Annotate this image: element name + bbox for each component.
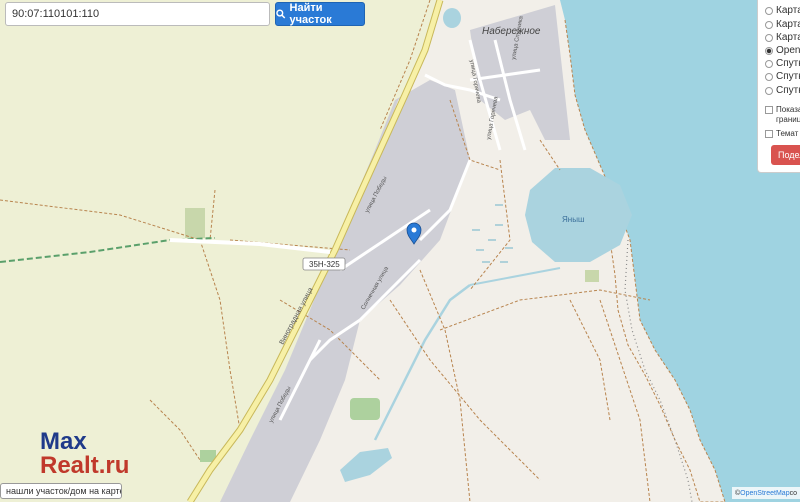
show-borders-checkbox-row[interactable]: Показа границ	[765, 105, 800, 127]
find-plot-button[interactable]: Найти участок	[275, 2, 365, 26]
logo-line-2: Realt.ru	[40, 452, 130, 479]
radio-button-checked[interactable]	[765, 46, 773, 55]
layer-option-2[interactable]: Карта	[765, 31, 800, 44]
map-attribution: © OpenStreetMap co	[732, 487, 800, 499]
radio-button[interactable]	[765, 6, 773, 15]
road-ref-shield: 35Н-325	[302, 257, 346, 271]
layer-option-label: Карта	[776, 5, 800, 16]
forest-patch	[350, 398, 380, 420]
layer-option-label: Карта	[776, 19, 800, 30]
map-canvas[interactable]: Набережное Яныш Виноградная улица улица …	[0, 0, 800, 502]
road-ref-label: 35Н-325	[309, 260, 340, 269]
radio-button[interactable]	[765, 20, 773, 29]
layer-option-label: Спутн	[776, 85, 800, 96]
share-button[interactable]: Подел	[771, 145, 800, 165]
layer-option-3[interactable]: OpenS	[765, 44, 800, 57]
found-plot-label: нашли участок/дом на карте?	[6, 486, 122, 496]
search-icon	[276, 9, 286, 19]
attribution-suffix: co	[789, 489, 797, 497]
layer-option-label: Спутн	[776, 71, 800, 82]
radio-button[interactable]	[765, 59, 773, 68]
thematic-checkbox-row[interactable]: Темат	[765, 127, 798, 140]
find-plot-button-label: Найти участок	[289, 2, 332, 26]
thematic-label: Темат	[776, 128, 799, 138]
cadastral-search-input[interactable]	[5, 2, 270, 26]
show-borders-label-2: границ	[776, 115, 800, 124]
label-lake-yanysh: Яныш	[562, 215, 584, 224]
layer-switcher-panel: Карта Карта Карта OpenS Спутн Спутн Спут…	[757, 0, 800, 173]
label-nabereznoe: Набережное	[482, 25, 541, 37]
layer-option-5[interactable]: Спутн	[765, 70, 800, 83]
osm-link[interactable]: OpenStreetMap	[740, 490, 789, 497]
found-plot-link[interactable]: нашли участок/дом на карте?	[0, 483, 122, 499]
maxrealt-logo: Max Realt.ru	[40, 430, 129, 478]
checkbox[interactable]	[765, 129, 773, 138]
radio-button[interactable]	[765, 86, 773, 95]
layer-option-0[interactable]: Карта	[765, 4, 800, 17]
layer-option-label: Спутн	[776, 58, 800, 69]
layer-option-1[interactable]: Карта	[765, 18, 800, 31]
logo-line-1: Max	[40, 428, 87, 455]
layer-option-label: OpenS	[776, 45, 800, 56]
layer-option-6[interactable]: Спутн	[765, 84, 800, 97]
layer-option-4[interactable]: Спутн	[765, 57, 800, 70]
radio-button[interactable]	[765, 72, 773, 81]
radio-button[interactable]	[765, 33, 773, 42]
checkbox[interactable]	[765, 106, 773, 114]
show-borders-label-1: Показа	[776, 105, 800, 114]
layer-option-label: Карта	[776, 32, 800, 43]
share-button-label: Подел	[778, 150, 800, 160]
